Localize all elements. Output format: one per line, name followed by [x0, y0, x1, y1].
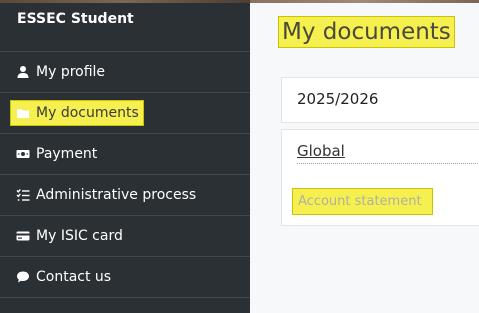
- sidebar-item-label: My ISIC card: [36, 228, 123, 244]
- user-icon: [16, 65, 30, 79]
- sidebar-item-my-profile[interactable]: My profile: [0, 51, 250, 92]
- credit-card-icon: [16, 229, 30, 243]
- tab-underline: [297, 163, 479, 164]
- brand-title[interactable]: ESSEC Student: [17, 11, 134, 27]
- sidebar-item-label: Administrative process: [36, 187, 197, 203]
- sidebar-item-label: My profile: [36, 64, 106, 80]
- chat-icon: [16, 270, 30, 284]
- sidebar-item-my-isic-card[interactable]: My ISIC card: [0, 215, 250, 256]
- sidebar-item-payment[interactable]: Payment: [0, 133, 250, 174]
- brand-strip: [0, 0, 250, 3]
- sidebar: ESSEC Student My profile My documents Pa…: [0, 0, 250, 313]
- cash-icon: [16, 147, 30, 161]
- sidebar-item-my-documents[interactable]: My documents: [0, 92, 250, 133]
- sidebar-item-label: Contact us: [36, 269, 112, 285]
- main-content: My documents 2025/2026 Global Account st…: [250, 0, 479, 313]
- year-selector-card[interactable]: 2025/2026: [281, 77, 479, 123]
- sidebar-item-label: Payment: [36, 146, 98, 162]
- app-window: ESSEC Student My profile My documents Pa…: [0, 0, 479, 313]
- page-title: My documents: [278, 16, 455, 48]
- sidebar-divider: [0, 297, 250, 298]
- account-statement-link[interactable]: Account statement: [292, 188, 433, 215]
- academic-year[interactable]: 2025/2026: [297, 90, 378, 108]
- sidebar-item-administrative-process[interactable]: Administrative process: [0, 174, 250, 215]
- documents-card: Global Account statement: [281, 129, 479, 226]
- folder-icon: [16, 106, 30, 120]
- tab-global[interactable]: Global: [297, 142, 345, 160]
- sidebar-item-label: My documents: [36, 105, 139, 121]
- sidebar-item-contact-us[interactable]: Contact us: [0, 256, 250, 297]
- main-top-strip: [250, 0, 479, 3]
- checklist-icon: [16, 188, 30, 202]
